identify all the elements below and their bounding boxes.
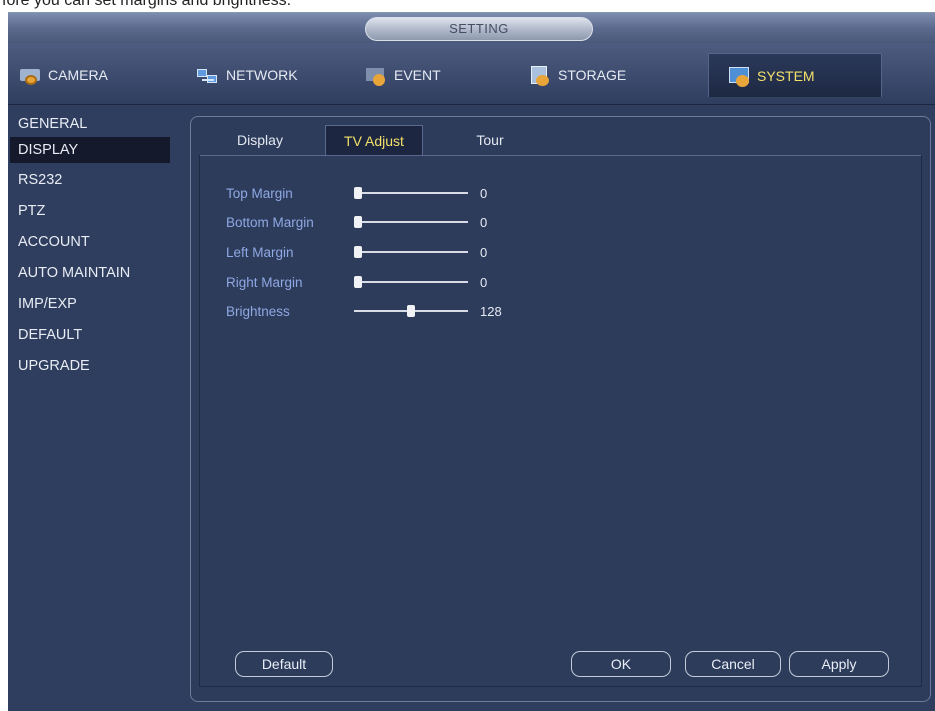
network-icon [196,64,220,86]
right-margin-slider[interactable] [354,271,468,293]
slider-knob[interactable] [407,305,415,317]
top-margin-value: 0 [480,185,488,201]
tab-storage[interactable]: STORAGE [528,53,688,97]
slider-track [354,192,468,194]
left-margin-slider[interactable] [354,241,468,263]
slider-knob[interactable] [354,276,362,288]
default-button[interactable]: Default [235,651,333,677]
setting-row-left-margin: Left Margin 0 [226,241,487,263]
sidebar-item-auto-maintain[interactable]: AUTO MAINTAIN [10,260,170,286]
right-margin-value: 0 [480,274,488,290]
window-title: SETTING [365,17,593,41]
slider-track [354,281,468,283]
sidebar-item-account[interactable]: ACCOUNT [10,229,170,255]
tv-adjust-content: Top Margin 0 Bottom Margin 0 Left Margin [199,155,922,687]
tab-camera[interactable]: CAMERA [18,53,168,97]
ok-button[interactable]: OK [571,651,671,677]
cancel-button[interactable]: Cancel [685,651,781,677]
tab-system[interactable]: SYSTEM [708,53,882,97]
main-tab-bar: CAMERA NETWORK EVENT STORAGE SYSTEM [8,43,935,105]
brightness-slider[interactable] [354,300,468,322]
tab-system-label: SYSTEM [757,67,815,84]
sidebar-item-display[interactable]: DISPLAY [10,137,170,163]
subtab-tv-adjust[interactable]: TV Adjust [325,125,423,155]
bottom-margin-slider[interactable] [354,211,468,233]
brightness-label: Brightness [226,303,290,319]
slider-track [354,221,468,223]
slider-knob[interactable] [354,187,362,199]
left-margin-label: Left Margin [226,244,294,260]
sidebar-item-general[interactable]: GENERAL [10,111,170,137]
apply-button[interactable]: Apply [789,651,889,677]
settings-panel: Display TV Adjust Tour Top Margin 0 Bott… [190,116,931,702]
setting-row-brightness: Brightness 128 [226,300,502,322]
storage-icon [528,64,552,86]
sidebar-item-upgrade[interactable]: UPGRADE [10,353,170,379]
slider-knob[interactable] [354,216,362,228]
right-margin-label: Right Margin [226,274,303,290]
bottom-margin-label: Bottom Margin [226,214,314,230]
sidebar-item-imp-exp[interactable]: IMP/EXP [10,291,170,317]
setting-row-bottom-margin: Bottom Margin 0 [226,211,487,233]
tab-network-label: NETWORK [226,67,298,83]
setting-row-top-margin: Top Margin 0 [226,182,487,204]
sidebar: GENERAL DISPLAY RS232 PTZ ACCOUNT AUTO M… [8,107,188,707]
left-margin-value: 0 [480,244,488,260]
slider-knob[interactable] [354,246,362,258]
title-bar: SETTING [8,13,935,43]
camera-icon [18,64,42,86]
bottom-margin-value: 0 [480,214,488,230]
subtab-tour[interactable]: Tour [445,125,535,155]
settings-window: SETTING CAMERA NETWORK EVENT STORAGE SYS… [8,12,935,711]
tab-network[interactable]: NETWORK [196,53,346,97]
subtab-display[interactable]: Display [215,125,305,155]
sidebar-item-default[interactable]: DEFAULT [10,322,170,348]
tab-storage-label: STORAGE [558,67,627,83]
top-margin-slider[interactable] [354,182,468,204]
system-icon [727,65,751,87]
tab-event[interactable]: EVENT [364,53,514,97]
tab-event-label: EVENT [394,67,441,83]
slider-track [354,251,468,253]
caption-text: fore you can set margins and brightness. [2,0,292,9]
setting-row-right-margin: Right Margin 0 [226,271,487,293]
top-margin-label: Top Margin [226,185,293,201]
sidebar-item-rs232[interactable]: RS232 [10,167,170,193]
event-icon [364,64,388,86]
tab-camera-label: CAMERA [48,67,108,83]
brightness-value: 128 [480,303,502,319]
sidebar-item-ptz[interactable]: PTZ [10,198,170,224]
